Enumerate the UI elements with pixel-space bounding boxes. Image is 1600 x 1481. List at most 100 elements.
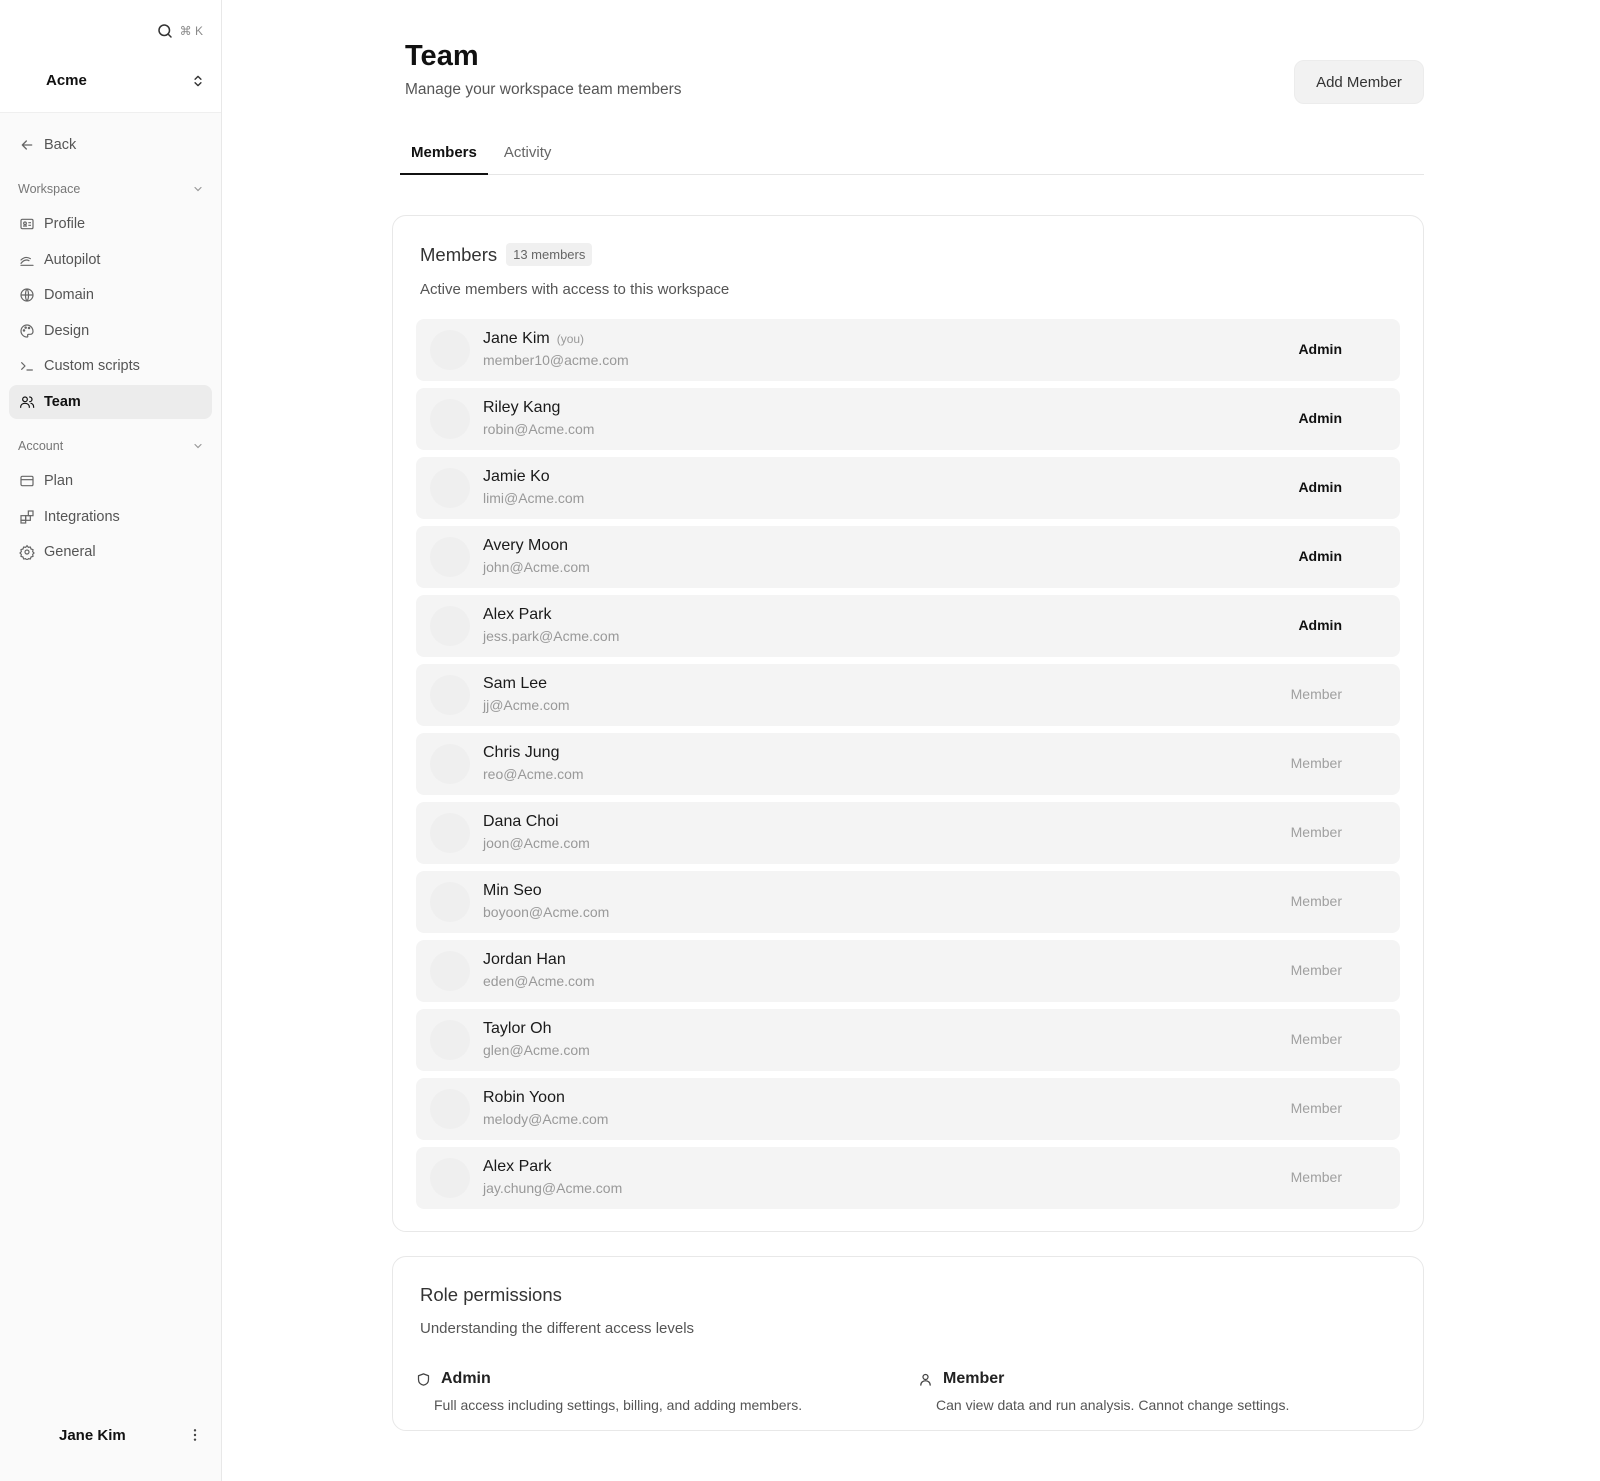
member-name: Sam Lee [483,675,548,692]
member-role[interactable]: Admin [1298,341,1342,357]
member-role[interactable]: Member [1291,755,1342,771]
workspace-heading: Workspace [18,182,81,196]
search-icon [157,24,172,38]
avatar [430,1020,470,1060]
sidebar-item-integrations[interactable]: Integrations [9,500,212,534]
sidebar-item-profile[interactable]: Profile [9,207,212,241]
member-row[interactable]: Dana Choi joon@Acme.com Member [416,802,1400,864]
sidebar-item-plan[interactable]: Plan [9,464,212,498]
member-role[interactable]: Member [1291,893,1342,909]
sidebar: ⌘ K Acme Back Workspace Profile Autopilo… [0,0,222,1481]
sidebar-item-label: Autopilot [44,251,101,268]
workspace-section-toggle[interactable]: Workspace [9,174,212,204]
back-link[interactable]: Back [9,128,212,162]
member-name: Avery Moon [483,537,569,554]
admin-permission-text: Full access including settings, billing,… [434,1397,803,1413]
account-heading: Account [18,438,64,453]
member-row[interactable]: Alex Park jess.park@Acme.com Admin [416,595,1400,657]
member-role[interactable]: Admin [1298,617,1342,633]
member-name-group: Robin Yoon [483,1089,565,1107]
member-role[interactable]: Member [1291,686,1342,702]
member-name-group: Dana Choi [483,813,559,831]
member-row[interactable]: Chris Jung reo@Acme.com Member [416,733,1400,795]
member-name-group: Alex Park [483,606,551,624]
palette-icon [20,324,34,338]
member-name: Riley Kang [483,399,561,416]
member-row[interactable]: Jordan Han eden@Acme.com Member [416,940,1400,1002]
user-icon [920,1373,931,1386]
search-shortcut: ⌘ K [179,24,203,38]
org-switcher[interactable]: Acme [46,72,205,89]
member-role[interactable]: Admin [1298,479,1342,495]
avatar [430,468,470,508]
chevron-down-icon [194,443,202,449]
member-row[interactable]: Riley Kang robin@Acme.com Admin [416,388,1400,450]
member-email: joon@Acme.com [483,835,590,851]
sidebar-item-design[interactable]: Design [9,314,212,348]
sidebar-item-general[interactable]: General [9,535,212,569]
more-vertical-icon[interactable] [187,1427,203,1443]
role-permissions-title: Role permissions [420,1284,562,1305]
member-row[interactable]: Robin Yoon melody@Acme.com Member [416,1078,1400,1140]
member-name-group: Jane Kim (you) [483,330,584,348]
member-name: Jordan Han [483,951,566,968]
member-count-badge: 13 members [506,243,593,266]
member-email: eden@Acme.com [483,973,595,989]
member-name: Robin Yoon [483,1089,565,1106]
sidebar-header: ⌘ K Acme [0,0,221,113]
sidebar-item-label: Plan [44,472,74,489]
role-permissions-description: Understanding the different access level… [420,1320,695,1337]
avatar [430,606,470,646]
member-name-group: Avery Moon [483,537,568,555]
member-role[interactable]: Admin [1298,410,1342,426]
sidebar-item-label: Custom scripts [44,358,140,375]
sidebar-item-autopilot[interactable]: Autopilot [9,243,212,277]
member-role[interactable]: Member [1291,1100,1342,1116]
sidebar-item-custom-scripts[interactable]: Custom scripts [9,349,212,383]
members-card-header: Members 13 members [420,243,593,266]
chevrons-up-down-icon [194,75,202,86]
member-row[interactable]: Jane Kim (you) member10@acme.com Admin [416,319,1400,381]
member-email: limi@Acme.com [483,490,585,506]
member-row[interactable]: Taylor Oh glen@Acme.com Member [416,1009,1400,1071]
globe-icon [20,288,34,302]
you-tag: (you) [556,332,585,346]
id-card-icon [20,218,34,230]
tab-members[interactable]: Members [400,136,488,175]
member-role[interactable]: Member [1291,962,1342,978]
member-role[interactable]: Member [1291,1031,1342,1047]
member-name: Jamie Ko [483,468,550,485]
user-menu[interactable]: Jane Kim [0,1419,221,1451]
member-email: jess.park@Acme.com [483,628,620,644]
member-name: Alex Park [483,606,552,623]
terminal-icon [21,362,33,371]
member-email: john@Acme.com [483,559,590,575]
member-role[interactable]: Admin [1298,548,1342,564]
member-row[interactable]: Alex Park jay.chung@Acme.com Member [416,1147,1400,1209]
member-row[interactable]: Min Seo boyoon@Acme.com Member [416,871,1400,933]
users-icon [20,396,35,408]
member-list: Jane Kim (you) member10@acme.com Admin Riley… [416,319,1400,1216]
member-role[interactable]: Member [1291,1169,1342,1185]
shield-icon [417,1372,430,1386]
member-role[interactable]: Member [1291,824,1342,840]
account-section-toggle[interactable]: Account [9,431,212,461]
sidebar-item-team[interactable]: Team [9,384,212,419]
members-card-description: Active members with access to this works… [420,281,730,298]
tab-activity[interactable]: Activity [493,136,563,175]
member-email: member10@acme.com [483,352,629,368]
search-button[interactable]: ⌘ K [156,22,203,40]
member-row[interactable]: Avery Moon john@Acme.com Admin [416,526,1400,588]
member-email: boyoon@Acme.com [483,904,610,920]
admin-permission-label: Admin [441,1370,491,1387]
back-label: Back [44,137,77,153]
member-row[interactable]: Sam Lee jj@Acme.com Member [416,664,1400,726]
gear-icon [19,544,35,561]
member-name: Min Seo [483,882,542,899]
member-row[interactable]: Jamie Ko limi@Acme.com Admin [416,457,1400,519]
add-member-button[interactable]: Add Member [1294,60,1424,104]
admin-permission: Admin Full access including settings, bi… [416,1370,802,1413]
sidebar-item-domain[interactable]: Domain [9,278,212,312]
avatar [430,330,470,370]
sidebar-item-label: Design [44,322,90,339]
